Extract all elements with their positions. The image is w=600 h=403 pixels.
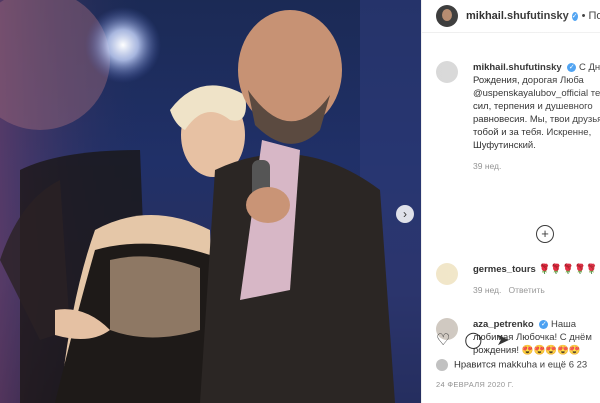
avatar[interactable] (436, 5, 458, 27)
comment-icon[interactable]: ◯ (464, 330, 482, 350)
reply-button[interactable]: Ответить (508, 285, 544, 295)
comments-list: mikhail.shufutinsky ✓ С Днём Рождения, д… (422, 33, 600, 355)
likes-text: Нравится makkuha и ещё 6 23 (454, 359, 588, 371)
verified-icon: ✓ (571, 11, 578, 21)
share-icon[interactable]: ➤ (496, 330, 509, 350)
verified-icon: ✓ (539, 319, 549, 329)
comment-username[interactable]: germes_tours (473, 264, 536, 275)
comment-username[interactable]: mikhail.shufutinsky (473, 62, 562, 73)
heart-icon[interactable]: ♡ (436, 330, 450, 350)
avatar[interactable] (436, 263, 458, 285)
comment-text: С Днём Рождения, дорогая Люба @uspenskay… (473, 62, 600, 151)
comment-text: 🌹🌹🌹🌹🌹 (538, 264, 598, 275)
comment-time: 39 нед. (473, 161, 502, 171)
follow-button[interactable]: Под (588, 10, 600, 22)
post-date: 24 ФЕВРАЛЯ 2020 Г. (436, 380, 514, 389)
chevron-right-icon[interactable]: › (396, 205, 414, 223)
action-bar: ♡ ◯ ➤ (436, 330, 510, 350)
avatar[interactable] (436, 61, 458, 83)
comment-time: 39 нед. (473, 285, 502, 295)
photo-illustration (0, 0, 421, 403)
separator-dot: • (581, 10, 586, 22)
post-header: mikhail.shufutinsky ✓ • Под (422, 0, 600, 33)
post-sidebar: mikhail.shufutinsky ✓ • Под mikhail.shuf… (421, 0, 600, 403)
author-username[interactable]: mikhail.shufutinsky (466, 10, 569, 22)
post-photo[interactable]: › (0, 0, 421, 403)
likes-summary[interactable]: Нравится makkuha и ещё 6 23 (436, 359, 587, 371)
comment-username[interactable]: aza_petrenko (473, 319, 534, 330)
plus-icon[interactable]: + (536, 225, 554, 243)
avatar (436, 359, 448, 371)
verified-icon: ✓ (567, 62, 577, 72)
